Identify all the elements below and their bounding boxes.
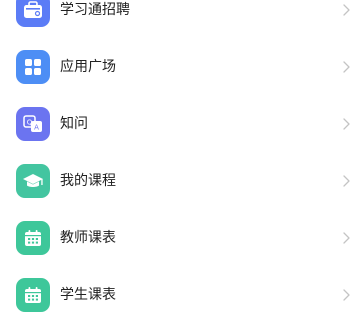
briefcase-icon [16, 0, 50, 27]
menu-item-student-schedule[interactable]: 学生课表 [0, 270, 359, 320]
calendar-icon [16, 278, 50, 312]
calendar-icon [16, 221, 50, 255]
menu-item-app-store[interactable]: 应用广场 [0, 42, 359, 92]
menu-item-my-courses[interactable]: 我的课程 [0, 156, 359, 206]
menu-item-teacher-schedule[interactable]: 教师课表 [0, 213, 359, 263]
apps-grid-icon [16, 50, 50, 84]
menu-list: 学习通招聘 应用广场 Q A 知问 我的课程 教师课表 学生课表 [0, 0, 359, 312]
chevron-right-icon [340, 4, 352, 16]
chevron-right-icon [340, 61, 352, 73]
qa-icon: Q A [16, 107, 50, 141]
menu-item-label: 我的课程 [60, 173, 116, 189]
menu-item-zhiwen[interactable]: Q A 知问 [0, 99, 359, 149]
svg-text:A: A [34, 124, 39, 132]
menu-item-label: 知问 [60, 116, 88, 132]
menu-item-label: 学习通招聘 [60, 2, 130, 18]
chevron-right-icon [340, 289, 352, 301]
chevron-right-icon [340, 175, 352, 187]
menu-item-label: 学生课表 [60, 287, 116, 303]
menu-item-recruitment[interactable]: 学习通招聘 [0, 0, 359, 35]
chevron-right-icon [340, 118, 352, 130]
graduation-cap-icon [16, 164, 50, 198]
menu-item-label: 应用广场 [60, 59, 116, 75]
menu-item-label: 教师课表 [60, 230, 116, 246]
chevron-right-icon [340, 232, 352, 244]
